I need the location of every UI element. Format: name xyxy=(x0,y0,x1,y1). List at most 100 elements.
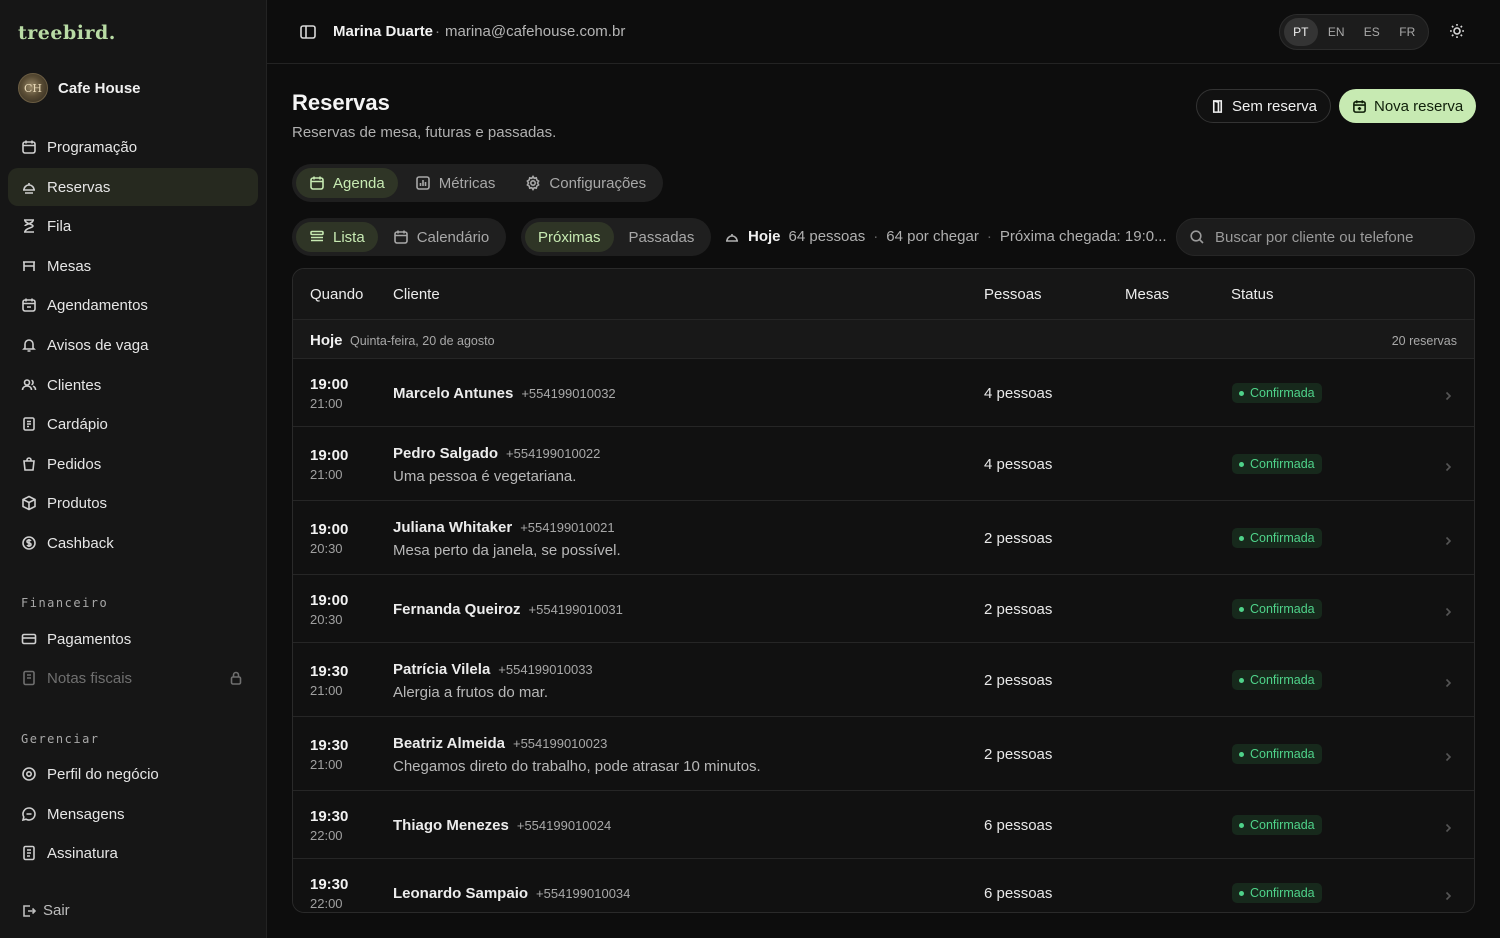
lang-es[interactable]: ES xyxy=(1355,18,1389,46)
chart-icon xyxy=(415,176,430,190)
party-size: 2 pessoas xyxy=(984,530,1053,547)
table-row[interactable]: 19:30 22:00 Thiago Menezes +554199010024 6 p… xyxy=(293,791,1474,859)
client-name-text: Juliana Whitaker xyxy=(393,519,513,536)
new-reservation-button[interactable]: Nova reserva xyxy=(1339,89,1477,123)
chevron-right-icon xyxy=(1443,604,1453,617)
sidebar-item-programacao[interactable]: Programação xyxy=(8,128,258,166)
client-name-text: Patrícia Vilela xyxy=(393,661,491,678)
sidebar-item-label: Notas fiscais xyxy=(47,669,133,687)
logout-button[interactable]: Sair xyxy=(21,902,70,919)
chevron-right-icon xyxy=(1443,820,1453,833)
sidebar-item-label: Clientes xyxy=(47,376,102,394)
chevron-right-icon xyxy=(1443,459,1453,472)
client-name: Fernanda Queiroz +554199010031 xyxy=(393,601,623,618)
sidebar-item-mensagens[interactable]: Mensagens xyxy=(8,795,258,833)
lang-fr[interactable]: FR xyxy=(1391,18,1425,46)
party-size: 2 pessoas xyxy=(984,746,1053,763)
reservation-start-time: 19:30 xyxy=(310,663,349,680)
summary-next-arrival: Próxima chegada: 19:0... xyxy=(999,228,1167,245)
client-name: Leonardo Sampaio +554199010034 xyxy=(393,885,630,902)
tab-metricas[interactable]: Métricas xyxy=(402,168,509,198)
reservation-note: Uma pessoa é vegetariana. xyxy=(393,468,577,485)
reservation-end-time: 22:00 xyxy=(310,828,343,843)
sidebar-item-notas-fiscais: Notas fiscais xyxy=(8,659,258,697)
sidebar-item-cardapio[interactable]: Cardápio xyxy=(8,405,258,443)
status-label: Confirmada xyxy=(1250,818,1315,832)
table-header: Quando Cliente Pessoas Mesas Status xyxy=(293,269,1474,320)
door-icon xyxy=(1212,99,1223,113)
venue-switcher[interactable]: CH Cafe House xyxy=(18,73,141,103)
table-row[interactable]: 19:00 20:30 Fernanda Queiroz +554199010031 2… xyxy=(293,575,1474,643)
filter-past[interactable]: Passadas xyxy=(616,222,708,252)
sidebar-item-label: Pedidos xyxy=(47,455,102,473)
reservation-start-time: 19:30 xyxy=(310,876,349,893)
status-badge: Confirmada xyxy=(1232,599,1322,619)
logout-label: Sair xyxy=(43,902,70,919)
new-reservation-label: Nova reserva xyxy=(1374,97,1464,115)
status-dot xyxy=(1239,822,1244,828)
filter-label: Próximas xyxy=(538,228,601,246)
table-row[interactable]: 19:30 22:00 Leonardo Sampaio +554199010034 6… xyxy=(293,859,1474,912)
party-size: 4 pessoas xyxy=(984,385,1053,402)
lang-pt[interactable]: PT xyxy=(1284,18,1318,46)
user-separator: · xyxy=(435,23,440,40)
search-input[interactable] xyxy=(1215,228,1462,246)
chevron-right-icon xyxy=(1443,749,1453,762)
status-label: Confirmada xyxy=(1250,386,1315,400)
client-name: Beatriz Almeida +554199010023 xyxy=(393,735,607,752)
box-icon xyxy=(21,495,37,511)
chevron-right-icon xyxy=(1443,533,1453,546)
sidebar-item-perfil-do-negocio[interactable]: Perfil do negócio xyxy=(8,755,258,793)
lang-en[interactable]: EN xyxy=(1320,18,1354,46)
client-name-text: Marcelo Antunes xyxy=(393,385,514,402)
sidebar-item-pagamentos[interactable]: Pagamentos xyxy=(8,620,258,658)
sidebar-toggle-icon[interactable] xyxy=(299,23,317,41)
sidebar-item-assinatura[interactable]: Assinatura xyxy=(8,834,258,872)
status-label: Confirmada xyxy=(1250,747,1315,761)
tab-agenda[interactable]: Agenda xyxy=(296,168,398,198)
chat-icon xyxy=(21,806,37,822)
sidebar-item-produtos[interactable]: Produtos xyxy=(8,484,258,522)
walk-in-button[interactable]: Sem reserva xyxy=(1196,89,1332,123)
sun-icon[interactable] xyxy=(1449,23,1465,39)
party-size: 4 pessoas xyxy=(984,456,1053,473)
view-list[interactable]: Lista xyxy=(296,222,378,252)
reservation-end-time: 21:00 xyxy=(310,396,343,411)
party-size: 6 pessoas xyxy=(984,885,1053,902)
sidebar-item-avisos-de-vaga[interactable]: Avisos de vaga xyxy=(8,326,258,364)
sidebar-item-agendamentos[interactable]: Agendamentos xyxy=(8,286,258,324)
search-icon xyxy=(1190,230,1204,244)
table-row[interactable]: 19:30 21:00 Beatriz Almeida +554199010023 Ch… xyxy=(293,717,1474,791)
reservation-start-time: 19:30 xyxy=(310,808,349,825)
sidebar-item-cashback[interactable]: Cashback xyxy=(8,524,258,562)
user-name: Marina Duarte xyxy=(333,23,434,40)
page-subtitle: Reservas de mesa, futuras e passadas. xyxy=(292,124,557,141)
status-label: Confirmada xyxy=(1250,602,1315,616)
filter-upcoming[interactable]: Próximas xyxy=(525,222,614,252)
table-row[interactable]: 19:00 21:00 Pedro Salgado +554199010022 Uma … xyxy=(293,427,1474,501)
sidebar-item-mesas[interactable]: Mesas xyxy=(8,247,258,285)
client-name-text: Beatriz Almeida xyxy=(393,735,505,752)
view-calendar[interactable]: Calendário xyxy=(380,222,503,252)
main-tabs: Agenda Métricas Configurações xyxy=(292,164,664,202)
sidebar-item-pedidos[interactable]: Pedidos xyxy=(8,445,258,483)
sidebar-item-clientes[interactable]: Clientes xyxy=(8,366,258,404)
table-row[interactable]: 19:30 21:00 Patrícia Vilela +554199010033 Al… xyxy=(293,643,1474,717)
gear-icon xyxy=(526,175,541,191)
summary-people: 64 pessoas xyxy=(788,228,866,245)
brand-logo[interactable]: treebird. xyxy=(18,22,116,44)
bell-icon xyxy=(21,337,37,353)
menu-book-icon xyxy=(21,416,37,432)
reservation-icon xyxy=(726,233,738,242)
card-icon xyxy=(21,631,37,647)
document-icon xyxy=(21,845,37,861)
sidebar-item-fila[interactable]: Fila xyxy=(8,207,258,245)
client-name: Juliana Whitaker +554199010021 xyxy=(393,519,615,536)
status-dot xyxy=(1239,890,1244,896)
sidebar-item-reservas[interactable]: Reservas xyxy=(8,168,258,206)
tab-configuracoes[interactable]: Configurações xyxy=(512,168,659,198)
client-name-text: Fernanda Queiroz xyxy=(393,601,521,618)
calendar-icon xyxy=(21,297,37,313)
table-row[interactable]: 19:00 20:30 Juliana Whitaker +554199010021 M… xyxy=(293,501,1474,575)
table-row[interactable]: 19:00 21:00 Marcelo Antunes +554199010032 4 … xyxy=(293,359,1474,427)
